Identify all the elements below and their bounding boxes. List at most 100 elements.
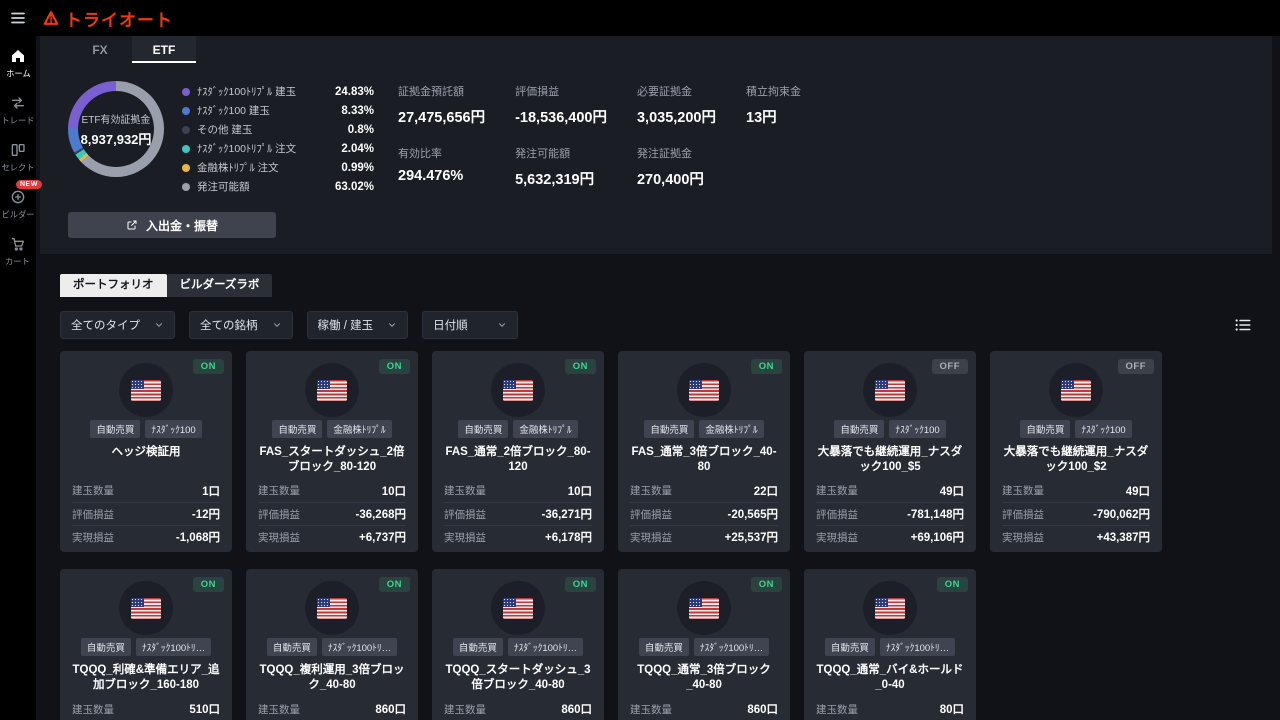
card-tags: 自動売買 ﾅｽﾀﾞｯｸ100ﾄﾘ… bbox=[444, 638, 592, 657]
auto-trade-tag: 自動売買 bbox=[834, 420, 885, 438]
status-toggle[interactable]: ON bbox=[378, 359, 410, 374]
status-toggle[interactable]: ON bbox=[378, 577, 410, 593]
sidebar-item-builder[interactable]: NEW ビルダー bbox=[0, 180, 42, 228]
symbol-tag: ﾅｽﾀﾞｯｸ100 bbox=[145, 420, 202, 438]
auto-trade-tag: 自動売買 bbox=[824, 638, 875, 657]
us-flag-icon bbox=[491, 363, 545, 417]
account-summary-panel: FX ETF ETF有効証拠金 8,937,932円 ﾅｽﾀﾞｯｸ100ﾄﾘﾌﾟ… bbox=[40, 36, 1272, 254]
stat-deposit: 証拠金預託額 27,475,656円 bbox=[398, 86, 486, 126]
us-flag-icon bbox=[305, 581, 359, 636]
card-title: 大暴落でも継続運用_ナスダック100_$2 bbox=[1003, 446, 1149, 473]
auto-trade-tag: 自動売買 bbox=[80, 638, 131, 657]
filter-type-dropdown[interactable]: 全てのタイプ bbox=[60, 311, 175, 339]
auto-trade-tag: 自動売買 bbox=[644, 420, 695, 438]
position-value: 49口 bbox=[939, 485, 964, 498]
portfolio-card[interactable]: ON 自動売買 ﾅｽﾀﾞｯｸ100ﾄﾘ… TQQQ_通常_3倍ブロック_40-8… bbox=[618, 569, 790, 720]
portfolio-card[interactable]: ON 自動売買 ﾅｽﾀﾞｯｸ100 ヘッジ検証用 建玉数量 1口 評価損益 -1… bbox=[60, 351, 232, 553]
status-toggle[interactable]: ON bbox=[564, 577, 596, 593]
card-title: 大暴落でも継続運用_ナスダック100_$5 bbox=[817, 446, 963, 473]
symbol-tag: ﾅｽﾀﾞｯｸ100 bbox=[889, 420, 946, 438]
legend-swatch bbox=[182, 163, 190, 172]
position-row: 建玉数量 10口 bbox=[258, 479, 406, 502]
status-toggle[interactable]: OFF bbox=[1117, 359, 1154, 374]
card-tags: 自動売買 金融株ﾄﾘﾌﾟﾙ bbox=[444, 420, 592, 438]
position-row: 建玉数量 1口 bbox=[72, 479, 220, 502]
sort-order-dropdown[interactable]: 日付順 bbox=[422, 311, 519, 339]
realized-row: 実現損益 +69,106円 bbox=[816, 525, 964, 548]
portfolio-card[interactable]: ON 自動売買 ﾅｽﾀﾞｯｸ100ﾄﾘ… TQQQ_複利運用_3倍ブロック_40… bbox=[246, 569, 418, 720]
symbol-tag: 金融株ﾄﾘﾌﾟﾙ bbox=[327, 420, 392, 438]
list-view-icon[interactable] bbox=[1234, 314, 1256, 336]
status-toggle[interactable]: ON bbox=[192, 577, 224, 593]
realized-row: 実現損益 +6,178円 bbox=[444, 525, 592, 548]
donut-center-label: ETF有効証拠金 bbox=[81, 114, 151, 126]
status-toggle[interactable]: ON bbox=[750, 359, 782, 374]
unrealized-row: 評価損益 -790,062円 bbox=[1002, 502, 1150, 525]
filter-symbol-dropdown[interactable]: 全ての銘柄 bbox=[189, 311, 293, 339]
sidebar-item-cart[interactable]: カート bbox=[0, 228, 36, 275]
card-tags: 自動売買 ﾅｽﾀﾞｯｸ100 bbox=[72, 420, 220, 438]
legend-swatch bbox=[182, 87, 190, 96]
card-tags: 自動売買 金融株ﾄﾘﾌﾟﾙ bbox=[258, 420, 406, 438]
position-row: 建玉数量 860口 bbox=[444, 698, 592, 720]
tab-builders-lab[interactable]: ビルダーズラボ bbox=[166, 274, 273, 297]
tab-fx[interactable]: FX bbox=[68, 36, 132, 63]
tab-etf[interactable]: ETF bbox=[132, 36, 196, 63]
auto-trade-tag: 自動売買 bbox=[266, 638, 317, 657]
portfolio-card[interactable]: ON 自動売買 ﾅｽﾀﾞｯｸ100ﾄﾘ… TQQQ_利確&準備エリア_追加ブロッ… bbox=[60, 569, 232, 720]
position-value: 10口 bbox=[381, 485, 406, 498]
portfolio-section: ポートフォリオ ビルダーズラボ 全てのタイプ 全ての銘柄 稼働 / 建玉 日付順 bbox=[36, 254, 1280, 720]
portfolio-card[interactable]: OFF 自動売買 ﾅｽﾀﾞｯｸ100 大暴落でも継続運用_ナスダック100_$5… bbox=[804, 351, 976, 553]
home-icon bbox=[10, 48, 26, 64]
portfolio-card[interactable]: ON 自動売買 ﾅｽﾀﾞｯｸ100ﾄﾘ… TQQQ_スタートダッシュ_3倍ブロッ… bbox=[432, 569, 604, 720]
legend-item: 金融株ﾄﾘﾌﾟﾙ 注文 0.99% bbox=[182, 158, 374, 177]
position-row: 建玉数量 22口 bbox=[630, 479, 778, 502]
app-logo[interactable]: トライオート bbox=[42, 6, 173, 31]
status-toggle[interactable]: OFF bbox=[931, 359, 968, 374]
auto-trade-tag: 自動売買 bbox=[90, 420, 141, 438]
position-row: 建玉数量 510口 bbox=[72, 698, 220, 720]
portfolio-card[interactable]: ON 自動売買 金融株ﾄﾘﾌﾟﾙ FAS_通常_3倍ブロック_40-80 建玉数… bbox=[618, 351, 790, 553]
margin-donut-chart: ETF有効証拠金 8,937,932円 bbox=[68, 81, 164, 177]
symbol-tag: ﾅｽﾀﾞｯｸ100ﾄﾘ… bbox=[879, 638, 956, 657]
position-value: 860口 bbox=[375, 704, 406, 717]
status-toggle[interactable]: ON bbox=[936, 577, 968, 593]
position-value: 510口 bbox=[189, 704, 220, 717]
symbol-tag: ﾅｽﾀﾞｯｸ100ﾄﾘ… bbox=[507, 638, 584, 657]
stat-orderable-amount: 発注可能額 5,632,319円 bbox=[515, 148, 595, 188]
symbol-tag: ﾅｽﾀﾞｯｸ100ﾄﾘ… bbox=[693, 638, 770, 657]
card-tags: 自動売買 金融株ﾄﾘﾌﾟﾙ bbox=[630, 420, 778, 438]
sidebar-item-select[interactable]: セレクト bbox=[0, 134, 36, 181]
symbol-tag: 金融株ﾄﾘﾌﾟﾙ bbox=[699, 420, 764, 438]
sidebar-item-trade[interactable]: トレード bbox=[0, 87, 36, 134]
portfolio-card[interactable]: OFF 自動売買 ﾅｽﾀﾞｯｸ100 大暴落でも継続運用_ナスダック100_$2… bbox=[990, 351, 1162, 553]
status-toggle[interactable]: ON bbox=[192, 359, 224, 374]
portfolio-tabs: ポートフォリオ ビルダーズラボ bbox=[60, 274, 1256, 297]
realized-value: -1,068円 bbox=[175, 532, 220, 544]
donut-center: ETF有効証拠金 8,937,932円 bbox=[78, 91, 154, 167]
external-link-icon bbox=[127, 220, 137, 230]
position-row: 建玉数量 10口 bbox=[444, 479, 592, 502]
tab-portfolio[interactable]: ポートフォリオ bbox=[60, 274, 167, 297]
menu-icon[interactable] bbox=[0, 0, 36, 36]
portfolio-card[interactable]: ON 自動売買 ﾅｽﾀﾞｯｸ100ﾄﾘ… TQQQ_通常_バイ&ホールド_0-4… bbox=[804, 569, 976, 720]
position-value: 1口 bbox=[202, 485, 220, 498]
sidebar: ホーム トレード セレクト NEW ビルダー カート bbox=[0, 36, 42, 720]
us-flag-icon bbox=[491, 581, 545, 636]
portfolio-card[interactable]: ON 自動売買 金融株ﾄﾘﾌﾟﾙ FAS_スタートダッシュ_2倍ブロック_80-… bbox=[246, 351, 418, 553]
status-toggle[interactable]: ON bbox=[564, 359, 596, 374]
position-row: 建玉数量 860口 bbox=[258, 698, 406, 720]
legend-swatch bbox=[182, 144, 190, 153]
us-flag-icon bbox=[1049, 363, 1103, 417]
app-header: トライオート bbox=[0, 0, 1280, 36]
card-title: FAS_スタートダッシュ_2倍ブロック_80-120 bbox=[259, 446, 405, 473]
card-tags: 自動売買 ﾅｽﾀﾞｯｸ100ﾄﾘ… bbox=[72, 638, 220, 657]
status-toggle[interactable]: ON bbox=[750, 577, 782, 593]
chevron-down-icon bbox=[389, 323, 396, 327]
auto-trade-tag: 自動売買 bbox=[1020, 420, 1071, 438]
deposit-transfer-button[interactable]: 入出金・振替 bbox=[68, 212, 276, 238]
filter-status-dropdown[interactable]: 稼働 / 建玉 bbox=[306, 311, 409, 339]
sidebar-item-home[interactable]: ホーム bbox=[0, 40, 36, 87]
cart-icon bbox=[10, 236, 26, 252]
portfolio-card[interactable]: ON 自動売買 金融株ﾄﾘﾌﾟﾙ FAS_通常_2倍ブロック_80-120 建玉… bbox=[432, 351, 604, 553]
